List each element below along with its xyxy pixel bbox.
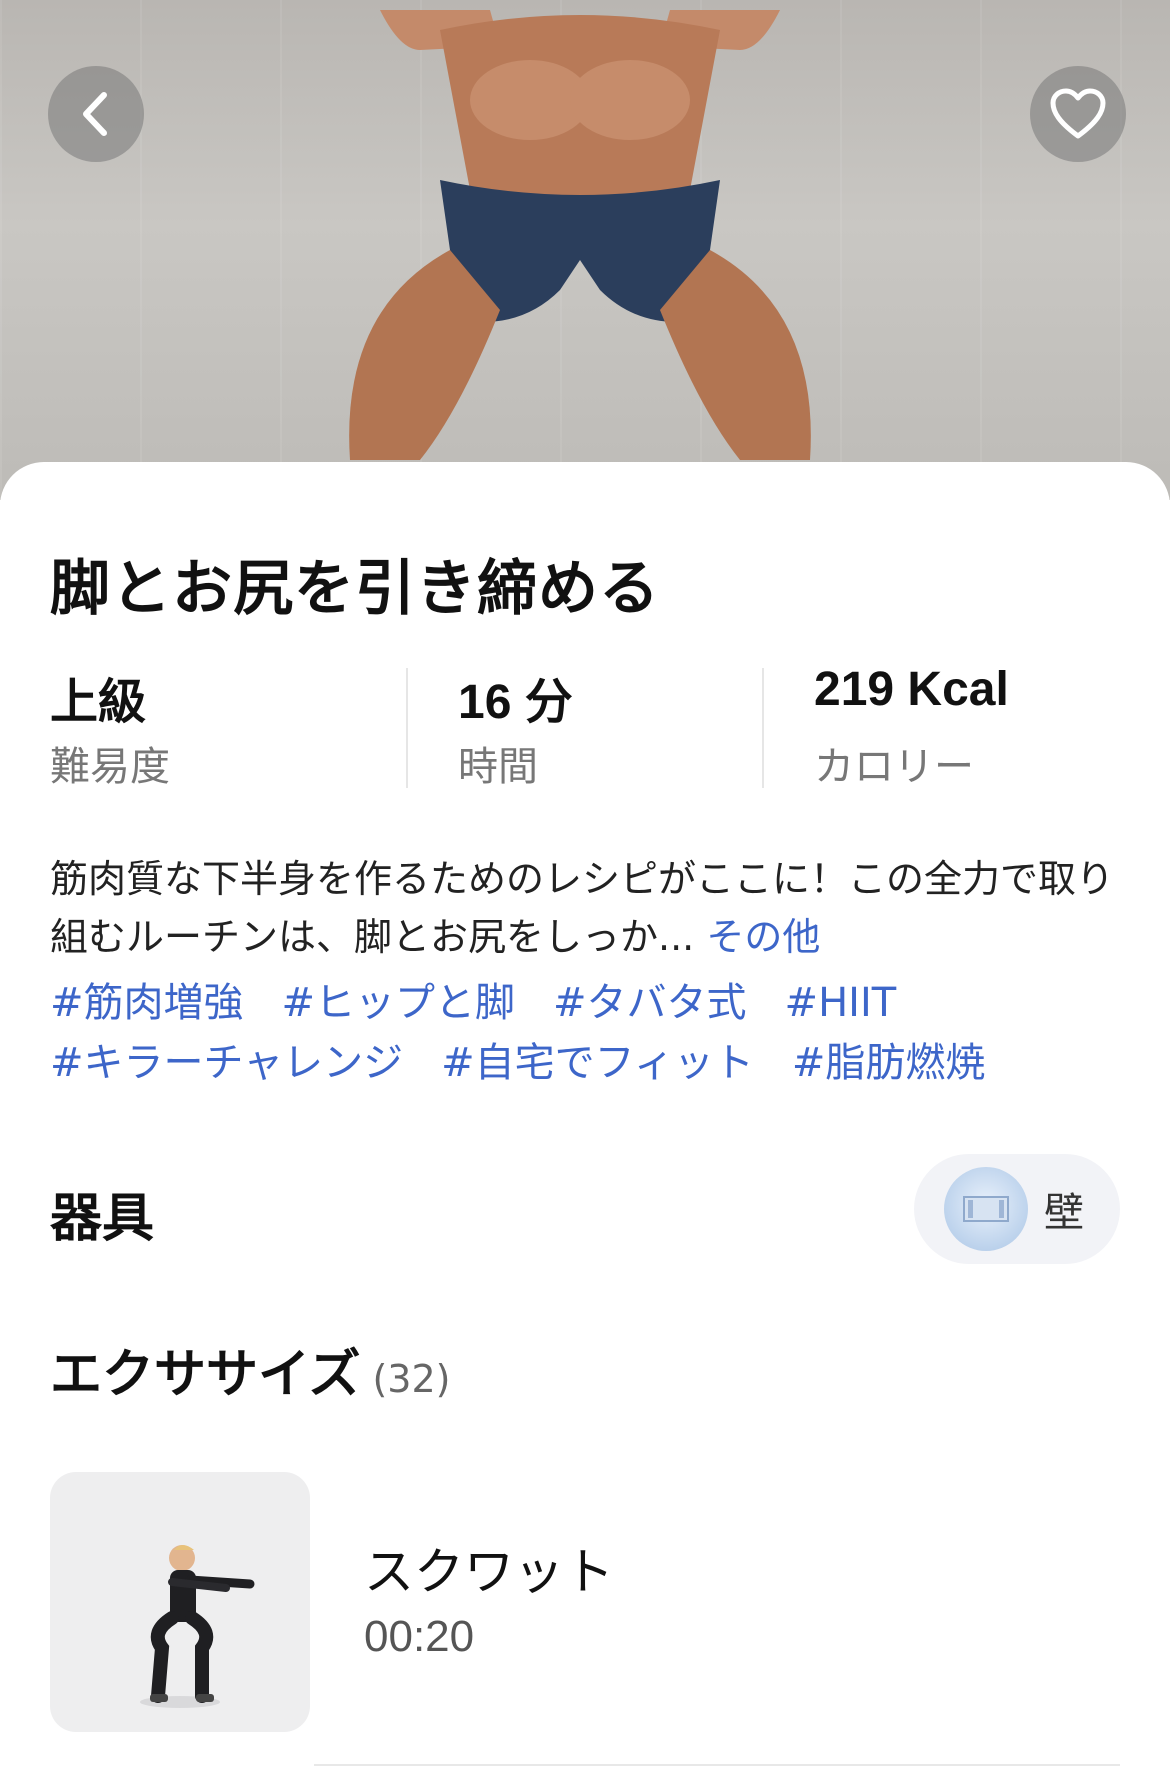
favorite-button[interactable] — [1030, 66, 1126, 162]
hero-image — [0, 0, 1170, 500]
athlete-photo — [349, 10, 811, 460]
exercises-count: (32) — [372, 1357, 451, 1401]
tag-link[interactable]: #HIIT — [785, 978, 897, 1028]
tag-link[interactable]: #脂肪燃焼 — [792, 1038, 986, 1088]
back-button[interactable] — [48, 66, 144, 162]
workout-title: 脚とお尻を引き締める — [50, 554, 660, 624]
tag-link[interactable]: #ヒップと脚 — [282, 978, 516, 1028]
tag-link[interactable]: #タバタ式 — [553, 978, 747, 1028]
workout-description: 筋肉質な下半身を作るためのレシピがここに！この全力で取り組むルーチンは、脚とお尻… — [50, 850, 1120, 966]
equipment-heading: 器具 — [50, 1189, 155, 1249]
tag-link[interactable]: #筋肉増強 — [50, 978, 244, 1028]
stat-value: 16 分 — [458, 676, 573, 729]
exercises-heading: エクササイズ (32) — [50, 1332, 450, 1407]
stat-value: 219 Kcal — [814, 663, 1009, 716]
squat-figure — [140, 1545, 255, 1708]
exercises-title: エクササイズ — [50, 1345, 361, 1405]
stat-value: 上級 — [50, 676, 147, 729]
stat-duration: 16 分 時間 — [458, 662, 573, 792]
workout-stats: 上級 難易度 16 分 時間 219 Kcal カロリー — [50, 662, 1130, 792]
wall-icon — [944, 1167, 1028, 1251]
stat-divider — [406, 668, 408, 788]
equipment-chip-wall[interactable]: 壁 — [914, 1154, 1120, 1264]
tag-list: #筋肉増強 #ヒップと脚 #タバタ式 #HIIT #キラーチャレンジ #自宅でフ… — [50, 978, 1130, 1088]
list-divider — [314, 1764, 1120, 1766]
stat-label: 難易度 — [50, 744, 170, 790]
description-text: 筋肉質な下半身を作るためのレシピがここに！この全力で取り組むルーチンは、脚とお尻… — [50, 857, 1115, 959]
equipment-label: 壁 — [1044, 1190, 1084, 1236]
read-more-link[interactable]: その他 — [706, 915, 820, 959]
stat-difficulty: 上級 難易度 — [50, 662, 170, 792]
stat-calories: 219 Kcal カロリー — [814, 662, 1009, 792]
tag-link[interactable]: #自宅でフィット — [441, 1038, 754, 1088]
tag-link[interactable]: #キラーチャレンジ — [50, 1038, 403, 1088]
chevron-left-icon — [83, 92, 107, 136]
stat-label: カロリー — [814, 744, 974, 790]
heart-outline-icon — [1050, 88, 1106, 139]
stat-label: 時間 — [458, 744, 538, 790]
exercise-name: スクワット — [364, 1543, 614, 1601]
workout-detail-sheet: 脚とお尻を引き締める 上級 難易度 16 分 時間 219 Kcal カロリー … — [0, 462, 1170, 1783]
exercise-item[interactable]: スクワット 00:20 — [50, 1472, 1130, 1732]
stat-divider — [762, 668, 764, 788]
exercise-thumbnail — [50, 1472, 310, 1732]
wall-graphic — [963, 1196, 1009, 1222]
exercise-duration: 00:20 — [364, 1612, 475, 1661]
